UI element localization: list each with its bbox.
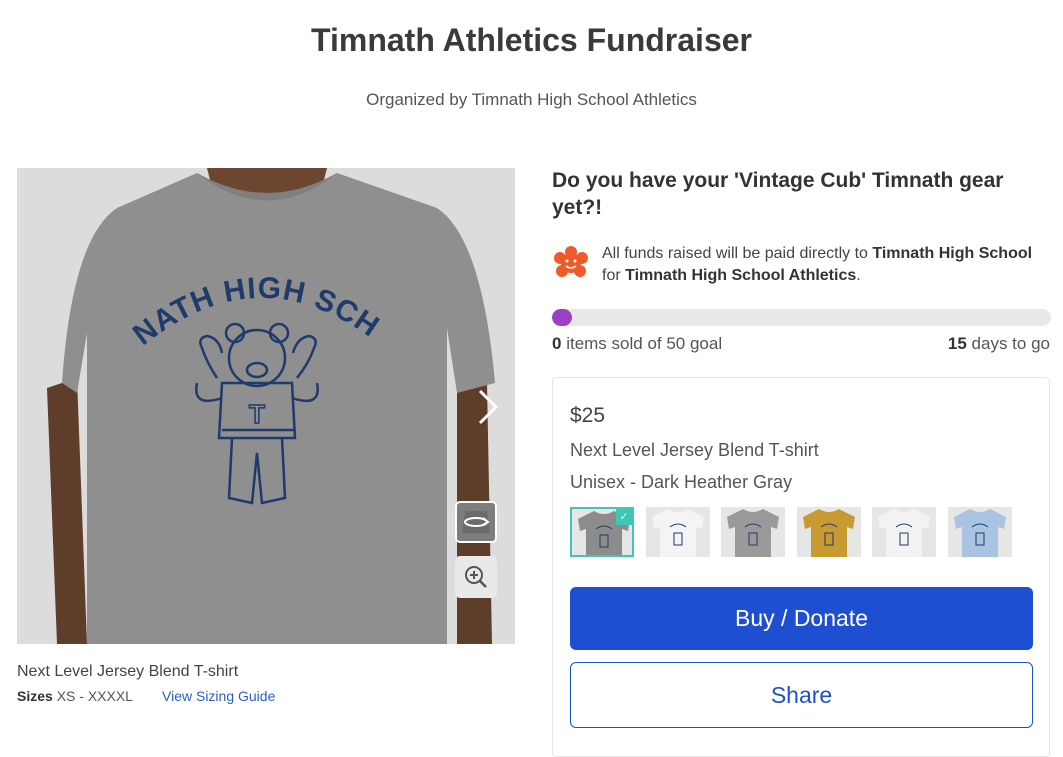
- items-sold-label: items sold of 50 goal: [561, 334, 723, 353]
- page-title: Timnath Athletics Fundraiser: [311, 22, 752, 58]
- buy-donate-button[interactable]: Buy / Donate: [570, 587, 1033, 650]
- color-swatch[interactable]: [646, 507, 710, 557]
- days-remaining-count: 15: [947, 334, 967, 353]
- chevron-right-icon[interactable]: [472, 385, 502, 429]
- funds-middle: for: [602, 267, 626, 284]
- share-button[interactable]: Share: [570, 662, 1033, 728]
- sizes-value: XS - XXXXL: [56, 688, 133, 704]
- product-price: $25: [570, 404, 606, 427]
- rotate-view-icon: [457, 503, 495, 541]
- funds-notice: All funds raised will be paid directly t…: [602, 243, 1042, 287]
- color-swatch[interactable]: [797, 507, 861, 557]
- swatch-shirt-icon: [646, 507, 710, 557]
- items-sold: 0 items sold of 50 goal: [552, 334, 722, 354]
- progress-bar-fill: [552, 309, 572, 326]
- zoom-in-icon: [465, 566, 487, 588]
- funds-beneficiary: Timnath High School Athletics: [625, 267, 857, 284]
- funds-suffix: .: [856, 267, 861, 284]
- funds-prefix: All funds raised will be paid directly t…: [602, 245, 873, 262]
- swatch-shirt-icon: [721, 507, 785, 557]
- product-image: TIMNATH HIGH SCHOOL T: [17, 168, 515, 644]
- days-remaining-label: days to go: [966, 334, 1050, 353]
- swatch-shirt-icon: [797, 507, 861, 557]
- zoom-button[interactable]: [455, 556, 497, 598]
- color-swatch[interactable]: ✓: [570, 507, 634, 557]
- days-remaining: 15 days to go: [948, 334, 1050, 354]
- color-swatch[interactable]: [948, 507, 1012, 557]
- campaign-headline: Do you have your 'Vintage Cub' Timnath g…: [552, 169, 1004, 219]
- product-variant: Unisex - Dark Heather Gray: [570, 472, 793, 492]
- brand-flower-icon: [554, 246, 588, 277]
- product-name: Next Level Jersey Blend T-shirt: [570, 440, 819, 460]
- color-swatch[interactable]: [721, 507, 785, 557]
- view-sizing-guide-link[interactable]: View Sizing Guide: [162, 688, 275, 704]
- organizer-text: Organized by Timnath High School Athleti…: [366, 90, 697, 109]
- selected-check-icon: ✓: [616, 509, 632, 525]
- funds-recipient: Timnath High School: [872, 245, 1033, 262]
- rotate-view-button[interactable]: [455, 501, 497, 543]
- swatch-shirt-icon: [872, 507, 936, 557]
- color-swatch[interactable]: [872, 507, 936, 557]
- product-caption-name: Next Level Jersey Blend T-shirt: [17, 663, 239, 680]
- progress-bar: [552, 309, 1051, 326]
- sizes-label: Sizes: [17, 688, 53, 704]
- sweater-letter: T: [249, 399, 265, 429]
- swatch-shirt-icon: [948, 507, 1012, 557]
- sizes-info: Sizes XS - XXXXL: [17, 688, 133, 704]
